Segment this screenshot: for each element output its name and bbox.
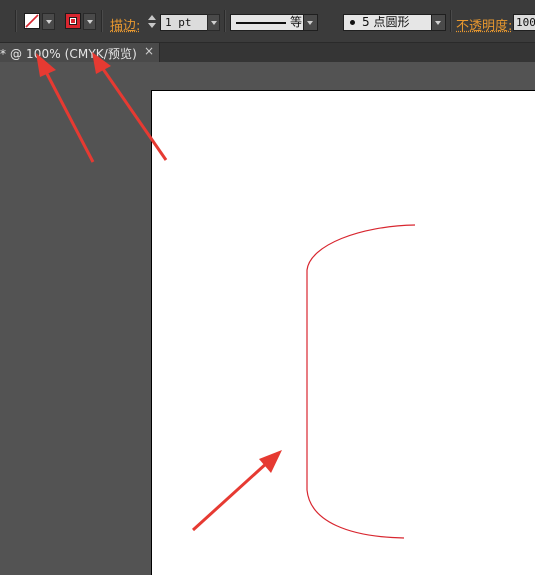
canvas-overlay: [36, 52, 416, 539]
annotation-arrow-icon: [191, 450, 282, 532]
annotation-arrow-icon: [36, 53, 95, 163]
annotation-arrow-icon: [92, 52, 168, 161]
selected-path[interactable]: [306, 224, 416, 539]
